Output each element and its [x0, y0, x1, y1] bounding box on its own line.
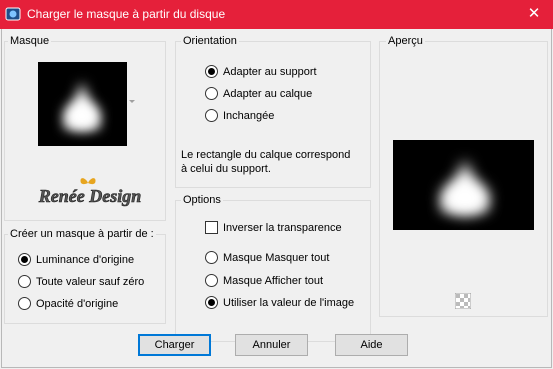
cancel-button[interactable]: Annuler — [235, 334, 308, 356]
orientation-group-label: Orientation — [181, 35, 239, 47]
mask-group: Masque Renée Design — [4, 35, 166, 221]
radio-fit-layer[interactable]: Adapter au calque — [205, 87, 312, 100]
checkbox-box[interactable] — [205, 221, 218, 234]
radio-unchanged[interactable]: Inchangée — [205, 109, 274, 122]
invert-transparency-checkbox[interactable]: Inverser la transparence — [205, 221, 342, 234]
radio-label: Adapter au calque — [223, 87, 313, 100]
preview-group-label: Aperçu — [386, 35, 425, 47]
radio-label: Masque Afficher tout — [223, 274, 324, 287]
radio-circle[interactable] — [18, 275, 31, 288]
radio-label: Opacité d'origine — [36, 297, 119, 310]
mask-thumbnail[interactable] — [38, 62, 127, 146]
mask-group-label: Masque — [8, 35, 52, 47]
create-group: Créer un masque à partir de : Luminance … — [4, 228, 166, 324]
radio-circle[interactable] — [205, 65, 218, 78]
svg-text:Renée Design: Renée Design — [38, 186, 142, 206]
options-group: Options Inverser la transparence Masque … — [175, 194, 371, 342]
orientation-note-line: Le rectangle du calque correspond — [181, 149, 351, 161]
renee-design-logo: Renée Design — [37, 178, 142, 206]
cancel-button-label: Annuler — [252, 339, 291, 351]
close-icon: ✕ — [527, 5, 541, 22]
radio-show-all[interactable]: Masque Afficher tout — [205, 274, 323, 287]
load-button-label: Charger — [154, 339, 195, 351]
close-button[interactable]: ✕ — [515, 0, 553, 29]
checkbox-label: Inverser la transparence — [223, 221, 342, 234]
radio-hide-all[interactable]: Masque Masquer tout — [205, 251, 329, 264]
help-button[interactable]: Aide — [335, 334, 408, 356]
radio-non-zero[interactable]: Toute valeur sauf zéro — [18, 275, 144, 288]
preview-group: Aperçu — [379, 35, 548, 317]
radio-circle[interactable] — [205, 274, 218, 287]
radio-label: Masque Masquer tout — [223, 251, 330, 264]
create-group-label: Créer un masque à partir de : — [8, 228, 156, 240]
radio-circle[interactable] — [205, 296, 218, 309]
radio-label: Inchangée — [223, 109, 275, 122]
radio-opacity[interactable]: Opacité d'origine — [18, 297, 118, 310]
load-button[interactable]: Charger — [138, 334, 211, 356]
dialog-body: Masque Renée Design Créer un masque à pa… — [1, 29, 552, 368]
radio-label: Utiliser la valeur de l'image — [223, 296, 355, 309]
app-icon — [5, 7, 21, 21]
chevron-down-icon[interactable] — [129, 100, 135, 103]
preview-image — [393, 140, 534, 230]
radio-image-value[interactable]: Utiliser la valeur de l'image — [205, 296, 354, 309]
orientation-group: Orientation Adapter au support Adapter a… — [175, 35, 371, 188]
radio-label: Luminance d'origine — [36, 253, 135, 266]
radio-circle[interactable] — [205, 251, 218, 264]
orientation-note: Le rectangle du calque correspond à celu… — [181, 148, 350, 176]
radio-circle[interactable] — [18, 253, 31, 266]
radio-label: Toute valeur sauf zéro — [36, 275, 145, 288]
radio-circle[interactable] — [205, 109, 218, 122]
radio-circle[interactable] — [18, 297, 31, 310]
help-button-label: Aide — [360, 339, 383, 351]
transparency-icon[interactable] — [455, 293, 471, 309]
radio-luminance[interactable]: Luminance d'origine — [18, 253, 134, 266]
options-group-label: Options — [181, 194, 223, 206]
title-bar: Charger le masque à partir du disque ✕ — [0, 0, 553, 29]
window-title: Charger le masque à partir du disque — [27, 7, 226, 21]
radio-fit-support[interactable]: Adapter au support — [205, 65, 317, 78]
orientation-note-line: à celui du support. — [181, 163, 271, 175]
radio-label: Adapter au support — [223, 65, 317, 78]
radio-circle[interactable] — [205, 87, 218, 100]
